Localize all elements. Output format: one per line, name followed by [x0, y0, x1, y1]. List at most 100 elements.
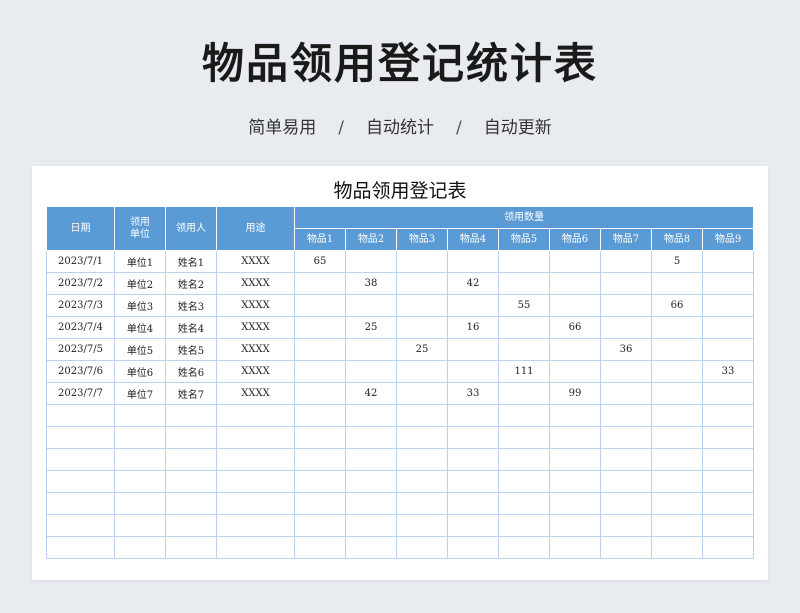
empty-cell[interactable]: [216, 448, 295, 471]
cell-quantity[interactable]: 5: [651, 250, 703, 273]
empty-cell[interactable]: [345, 426, 397, 449]
cell-quantity[interactable]: [396, 316, 448, 339]
cell-quantity[interactable]: 33: [701, 360, 755, 383]
empty-cell[interactable]: [447, 536, 499, 559]
cell-quantity[interactable]: [651, 272, 703, 295]
cell-quantity[interactable]: [701, 294, 755, 317]
cell-quantity[interactable]: [345, 360, 397, 383]
cell-quantity[interactable]: 65: [294, 250, 346, 273]
empty-cell[interactable]: [216, 404, 295, 427]
empty-cell[interactable]: [651, 404, 703, 427]
empty-cell[interactable]: [651, 536, 703, 559]
cell-quantity[interactable]: 55: [498, 294, 550, 317]
cell-quantity[interactable]: [549, 338, 601, 361]
empty-cell[interactable]: [447, 404, 499, 427]
empty-cell[interactable]: [46, 404, 115, 427]
cell-quantity[interactable]: [447, 338, 499, 361]
empty-cell[interactable]: [165, 536, 217, 559]
cell-use[interactable]: XXXX: [216, 382, 295, 405]
empty-cell[interactable]: [549, 514, 601, 537]
empty-cell[interactable]: [46, 492, 115, 515]
empty-cell[interactable]: [549, 426, 601, 449]
cell-quantity[interactable]: [600, 382, 652, 405]
cell-person[interactable]: 姓名4: [165, 316, 217, 339]
empty-cell[interactable]: [114, 404, 166, 427]
empty-cell[interactable]: [46, 536, 115, 559]
empty-cell[interactable]: [46, 448, 115, 471]
empty-cell[interactable]: [701, 448, 755, 471]
cell-quantity[interactable]: 36: [600, 338, 652, 361]
empty-cell[interactable]: [549, 404, 601, 427]
empty-cell[interactable]: [600, 536, 652, 559]
cell-quantity[interactable]: [294, 272, 346, 295]
cell-quantity[interactable]: 111: [498, 360, 550, 383]
cell-quantity[interactable]: [498, 338, 550, 361]
empty-cell[interactable]: [345, 492, 397, 515]
cell-quantity[interactable]: [294, 316, 346, 339]
cell-quantity[interactable]: [294, 294, 346, 317]
empty-cell[interactable]: [651, 514, 703, 537]
empty-cell[interactable]: [216, 426, 295, 449]
col-header-item[interactable]: 物品5: [498, 228, 550, 251]
empty-cell[interactable]: [600, 470, 652, 493]
cell-quantity[interactable]: [498, 250, 550, 273]
empty-cell[interactable]: [396, 404, 448, 427]
empty-cell[interactable]: [447, 470, 499, 493]
cell-quantity[interactable]: [498, 382, 550, 405]
empty-cell[interactable]: [498, 536, 550, 559]
cell-quantity[interactable]: [447, 294, 499, 317]
empty-cell[interactable]: [549, 536, 601, 559]
empty-cell[interactable]: [294, 492, 346, 515]
empty-cell[interactable]: [701, 426, 755, 449]
cell-quantity[interactable]: [549, 360, 601, 383]
col-header-item[interactable]: 物品8: [651, 228, 703, 251]
empty-cell[interactable]: [498, 426, 550, 449]
cell-quantity[interactable]: 42: [447, 272, 499, 295]
cell-quantity[interactable]: 38: [345, 272, 397, 295]
col-header-item[interactable]: 物品4: [447, 228, 499, 251]
cell-use[interactable]: XXXX: [216, 272, 295, 295]
cell-person[interactable]: 姓名6: [165, 360, 217, 383]
empty-cell[interactable]: [114, 448, 166, 471]
empty-cell[interactable]: [216, 492, 295, 515]
empty-cell[interactable]: [600, 514, 652, 537]
empty-cell[interactable]: [114, 514, 166, 537]
cell-date[interactable]: 2023/7/2: [46, 272, 115, 295]
cell-quantity[interactable]: [396, 294, 448, 317]
cell-quantity[interactable]: [345, 250, 397, 273]
empty-cell[interactable]: [216, 470, 295, 493]
empty-cell[interactable]: [165, 514, 217, 537]
cell-quantity[interactable]: [549, 294, 601, 317]
cell-quantity[interactable]: [345, 294, 397, 317]
empty-cell[interactable]: [498, 404, 550, 427]
empty-cell[interactable]: [165, 470, 217, 493]
col-header-item[interactable]: 物品2: [345, 228, 397, 251]
cell-quantity[interactable]: [651, 360, 703, 383]
empty-cell[interactable]: [345, 404, 397, 427]
empty-cell[interactable]: [701, 470, 755, 493]
cell-quantity[interactable]: [600, 250, 652, 273]
empty-cell[interactable]: [447, 426, 499, 449]
cell-quantity[interactable]: [701, 316, 755, 339]
empty-cell[interactable]: [600, 404, 652, 427]
cell-unit[interactable]: 单位2: [114, 272, 166, 295]
cell-quantity[interactable]: [600, 294, 652, 317]
empty-cell[interactable]: [294, 426, 346, 449]
empty-cell[interactable]: [345, 514, 397, 537]
cell-quantity[interactable]: [345, 338, 397, 361]
empty-cell[interactable]: [46, 514, 115, 537]
empty-cell[interactable]: [46, 426, 115, 449]
col-header-item[interactable]: 物品6: [549, 228, 601, 251]
empty-cell[interactable]: [114, 426, 166, 449]
cell-quantity[interactable]: [294, 338, 346, 361]
cell-person[interactable]: 姓名1: [165, 250, 217, 273]
empty-cell[interactable]: [498, 514, 550, 537]
empty-cell[interactable]: [396, 536, 448, 559]
cell-unit[interactable]: 单位5: [114, 338, 166, 361]
empty-cell[interactable]: [216, 536, 295, 559]
cell-quantity[interactable]: [600, 360, 652, 383]
empty-cell[interactable]: [396, 426, 448, 449]
empty-cell[interactable]: [600, 448, 652, 471]
cell-quantity[interactable]: 33: [447, 382, 499, 405]
cell-quantity[interactable]: 42: [345, 382, 397, 405]
